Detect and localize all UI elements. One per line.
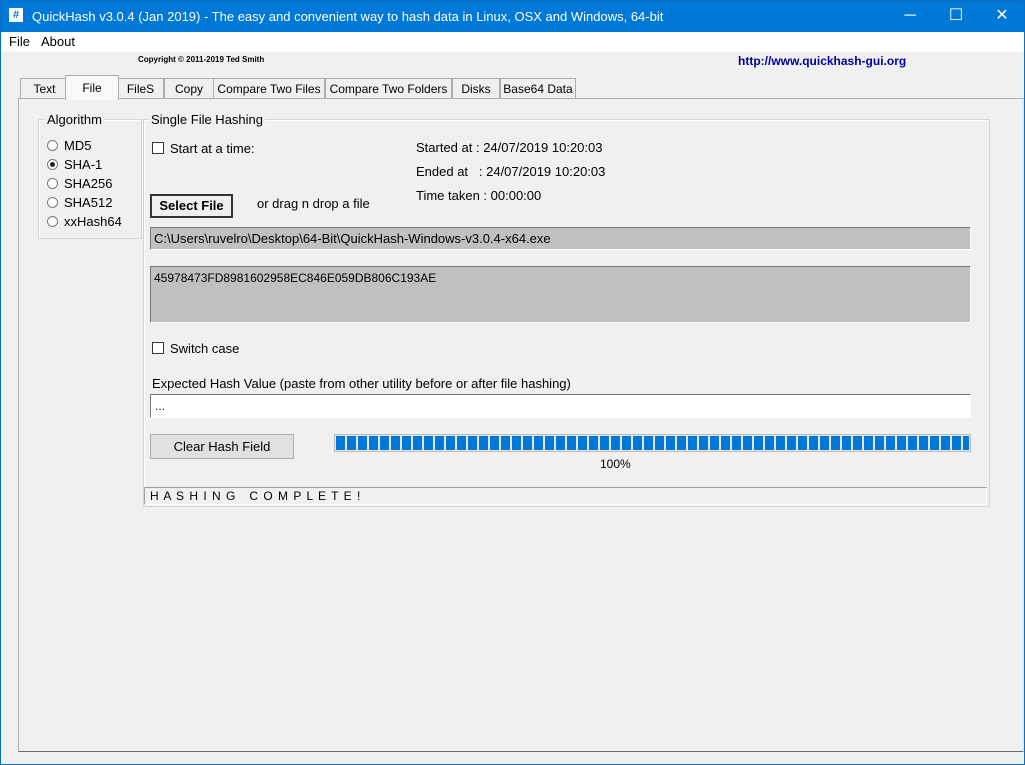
switch-case-checkbox[interactable]	[152, 342, 164, 354]
website-link[interactable]: http://www.quickhash-gui.org	[738, 54, 906, 68]
time-taken-label: Time taken : 00:00:00	[416, 188, 542, 203]
drag-drop-label: or drag n drop a file	[257, 196, 370, 211]
tab-text[interactable]: Text	[20, 78, 69, 99]
sha256-label[interactable]: SHA256	[64, 176, 112, 191]
progress-fill	[336, 436, 969, 450]
close-button[interactable]: ✕	[979, 1, 1025, 32]
close-icon: ✕	[995, 7, 1009, 24]
tab-base64-data[interactable]: Base64 Data	[500, 78, 576, 99]
hash-result-field[interactable]: 45978473FD8981602958EC846E059DB806C193AE	[150, 266, 971, 323]
copyright-label: Copyright © 2011-2019 Ted Smith	[138, 55, 265, 64]
expected-hash-input[interactable]: ...	[150, 394, 971, 418]
ended-at-label: Ended at : 24/07/2019 10:20:03	[416, 164, 606, 179]
sha1-label[interactable]: SHA-1	[64, 157, 102, 172]
xxhash64-label[interactable]: xxHash64	[64, 214, 122, 229]
main-window: # QuickHash v3.0.4 (Jan 2019) - The easy…	[0, 0, 1025, 765]
select-file-button[interactable]: Select File	[150, 194, 233, 218]
clear-hash-button[interactable]: Clear Hash Field	[150, 434, 294, 459]
tab-disks[interactable]: Disks	[452, 78, 500, 99]
window-title: QuickHash v3.0.4 (Jan 2019) - The easy a…	[32, 9, 664, 24]
algorithm-caption: Algorithm	[45, 112, 104, 127]
md5-radio[interactable]	[47, 140, 58, 151]
tab-file[interactable]: File	[65, 75, 119, 100]
progress-percent-label: 100%	[600, 457, 631, 471]
status-text: H A S H I N G C O M P L E T E !	[150, 489, 362, 503]
expected-hash-label: Expected Hash Value (paste from other ut…	[152, 376, 571, 391]
hash-progress-bar	[334, 434, 971, 452]
status-bar: H A S H I N G C O M P L E T E !	[144, 487, 987, 505]
switch-case-label[interactable]: Switch case	[170, 341, 239, 356]
file-path-field[interactable]: C:\Users\ruvelro\Desktop\64-Bit\QuickHas…	[150, 227, 971, 250]
title-bar[interactable]: # QuickHash v3.0.4 (Jan 2019) - The easy…	[1, 1, 1024, 32]
sha1-radio[interactable]	[47, 159, 58, 170]
started-at-label: Started at : 24/07/2019 10:20:03	[416, 140, 603, 155]
menu-file[interactable]: File	[9, 34, 30, 49]
tab-compare-two-files[interactable]: Compare Two Files	[213, 78, 325, 99]
menu-bar: File About	[1, 32, 1024, 52]
start-at-checkbox[interactable]	[152, 142, 164, 154]
start-at-label[interactable]: Start at a time:	[170, 141, 255, 156]
maximize-button[interactable]: ☐	[933, 1, 979, 32]
minimize-icon: ─	[904, 7, 916, 24]
tab-copy[interactable]: Copy	[164, 78, 214, 99]
xxhash64-radio[interactable]	[47, 216, 58, 227]
tab-compare-two-folders[interactable]: Compare Two Folders	[325, 78, 452, 99]
sha512-radio[interactable]	[47, 197, 58, 208]
md5-label[interactable]: MD5	[64, 138, 91, 153]
app-icon: #	[9, 8, 23, 22]
tab-files[interactable]: FileS	[117, 78, 164, 99]
minimize-button[interactable]: ─	[887, 1, 933, 32]
menu-about[interactable]: About	[41, 34, 75, 49]
maximize-icon: ☐	[948, 7, 964, 24]
sha256-radio[interactable]	[47, 178, 58, 189]
sha512-label[interactable]: SHA512	[64, 195, 112, 210]
single-file-caption: Single File Hashing	[149, 112, 266, 127]
